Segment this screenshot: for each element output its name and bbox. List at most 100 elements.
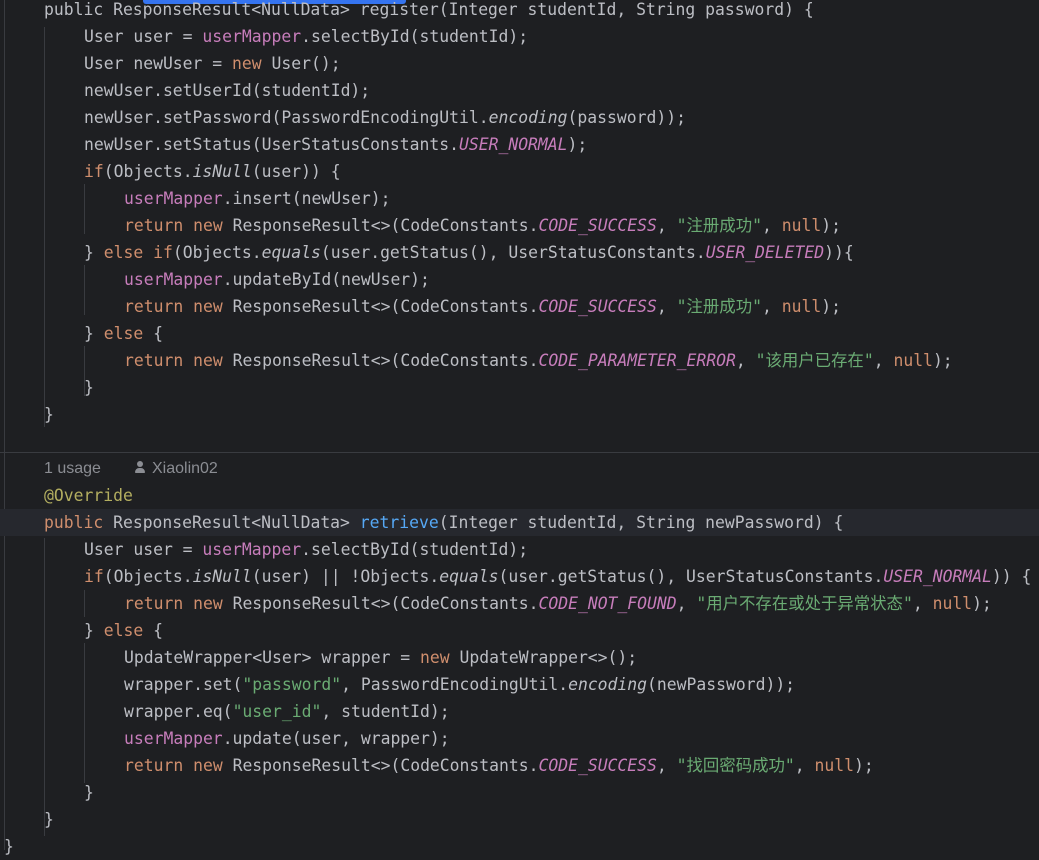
constant-token: CODE_SUCCESS [538,297,657,316]
string-token: "注册成功" [676,297,762,316]
code-token: ); [821,297,841,316]
code-text: if(Objects.isNull(user) || !Objects.equa… [84,563,1031,590]
code-line[interactable]: } [0,806,1039,833]
code-line[interactable]: return new ResponseResult<>(CodeConstant… [0,752,1039,779]
static-method-token: isNull [192,162,252,181]
code-text: UpdateWrapper<User> wrapper = new Update… [124,644,637,671]
code-line[interactable]: userMapper.updateById(newUser); [0,266,1039,293]
code-line[interactable]: if(Objects.isNull(user)) { [0,158,1039,185]
code-text: } else { [84,617,163,644]
keyword-token: new [193,756,223,775]
keyword-token: null [781,216,822,235]
code-line[interactable]: return new ResponseResult<>(CodeConstant… [0,293,1039,320]
field-token: userMapper [124,270,223,289]
code-text: User user = userMapper.selectById(studen… [84,23,528,50]
keyword-token: public [44,513,104,532]
code-token: ResponseResult<NullData> [103,513,360,532]
code-line[interactable]: public ResponseResult<NullData> register… [0,0,1039,23]
code-token: { [143,621,163,640]
code-text: return new ResponseResult<>(CodeConstant… [124,347,953,374]
code-token: , [656,216,677,235]
keyword-token: null [893,351,933,370]
code-line[interactable]: wrapper.eq("user_id", studentId); [0,698,1039,725]
code-text: } else if(Objects.equals(user.getStatus(… [84,239,854,266]
string-token: "user_id" [232,702,322,721]
code-token: , PasswordEncodingUtil. [341,675,569,694]
usages-hint[interactable]: 1 usage [44,455,101,482]
code-line-current[interactable]: public ResponseResult<NullData> retrieve… [0,509,1039,536]
code-line[interactable]: newUser.setUserId(studentId); [0,77,1039,104]
keyword-token: if [84,567,104,586]
code-token: newUser.setPassword(PasswordEncodingUtil… [84,108,489,127]
code-line[interactable]: userMapper.update(user, wrapper); [0,725,1039,752]
code-token: ResponseResult<>(CodeConstants. [222,351,539,370]
code-line[interactable]: return new ResponseResult<>(CodeConstant… [0,347,1039,374]
code-text: userMapper.insert(newUser); [124,185,390,212]
code-line[interactable]: } [0,401,1039,428]
keyword-token: new [193,216,223,235]
field-token: userMapper [202,540,302,559]
code-text: public ResponseResult<NullData> retrieve… [44,509,843,536]
code-text: return new ResponseResult<>(CodeConstant… [124,293,841,320]
code-text: userMapper.updateById(newUser); [124,266,430,293]
code-line[interactable]: } else if(Objects.equals(user.getStatus(… [0,239,1039,266]
code-token: .update(user, wrapper); [222,729,450,748]
code-token: )) { [991,567,1032,586]
code-text: newUser.setPassword(PasswordEncodingUtil… [84,104,686,131]
code-token: , [656,297,677,316]
code-line[interactable]: } else { [0,320,1039,347]
static-method-token: encoding [488,108,568,127]
code-token: } [84,783,94,802]
code-line[interactable]: User user = userMapper.selectById(studen… [0,23,1039,50]
constant-token: CODE_NOT_FOUND [538,594,677,613]
code-token: ); [932,351,953,370]
code-token: User newUser = [84,54,233,73]
code-token: , studentId); [321,702,450,721]
string-token: "用户不存在或处于异常状态" [696,594,913,613]
code-line[interactable]: } [0,833,1039,860]
author-hint[interactable]: Xiaolin02 [134,455,218,482]
string-token: "password" [242,675,342,694]
keyword-token: return [124,756,184,775]
code-token: , [761,216,782,235]
code-text: return new ResponseResult<>(CodeConstant… [124,752,874,779]
code-line[interactable]: newUser.setStatus(UserStatusConstants.US… [0,131,1039,158]
static-method-token: isNull [192,567,252,586]
code-token: ); [567,135,588,154]
code-line[interactable]: return new ResponseResult<>(CodeConstant… [0,212,1039,239]
keyword-token: new [420,648,450,667]
code-line[interactable]: User user = userMapper.selectById(studen… [0,536,1039,563]
code-line[interactable]: wrapper.set("password", PasswordEncoding… [0,671,1039,698]
field-token: userMapper [124,189,223,208]
code-token: ); [972,594,992,613]
code-line[interactable]: userMapper.insert(newUser); [0,185,1039,212]
keyword-token: return [124,351,184,370]
code-token: (newPassword)); [647,675,796,694]
code-text: return new ResponseResult<>(CodeConstant… [124,590,992,617]
code-line[interactable]: } [0,779,1039,806]
code-token: UpdateWrapper<User> wrapper = [124,648,421,667]
annotation-token: @Override [44,486,133,505]
inlay-hints: 1 usage Xiaolin02 [0,455,1039,482]
code-line[interactable]: return new ResponseResult<>(CodeConstant… [0,590,1039,617]
code-token: , [676,594,697,613]
author-name: Xiaolin02 [152,460,218,477]
code-editor[interactable]: public ResponseResult<NullData> register… [0,0,1039,860]
method-separator [0,452,1039,453]
code-line[interactable]: newUser.setPassword(PasswordEncodingUtil… [0,104,1039,131]
constant-token: USER_NORMAL [458,135,568,154]
code-line[interactable]: @Override [0,482,1039,509]
keyword-token: return [124,216,184,235]
keyword-token: new [193,594,223,613]
code-line[interactable]: } [0,374,1039,401]
code-token: ); [853,756,874,775]
keyword-token: return [124,297,184,316]
keyword-token: null [814,756,854,775]
code-line[interactable]: } else { [0,617,1039,644]
code-token: .insert(newUser); [222,189,391,208]
method-name-token: retrieve [359,513,439,532]
code-line[interactable]: if(Objects.isNull(user) || !Objects.equa… [0,563,1039,590]
code-line[interactable]: UpdateWrapper<User> wrapper = new Update… [0,644,1039,671]
code-line[interactable]: User newUser = new User(); [0,50,1039,77]
